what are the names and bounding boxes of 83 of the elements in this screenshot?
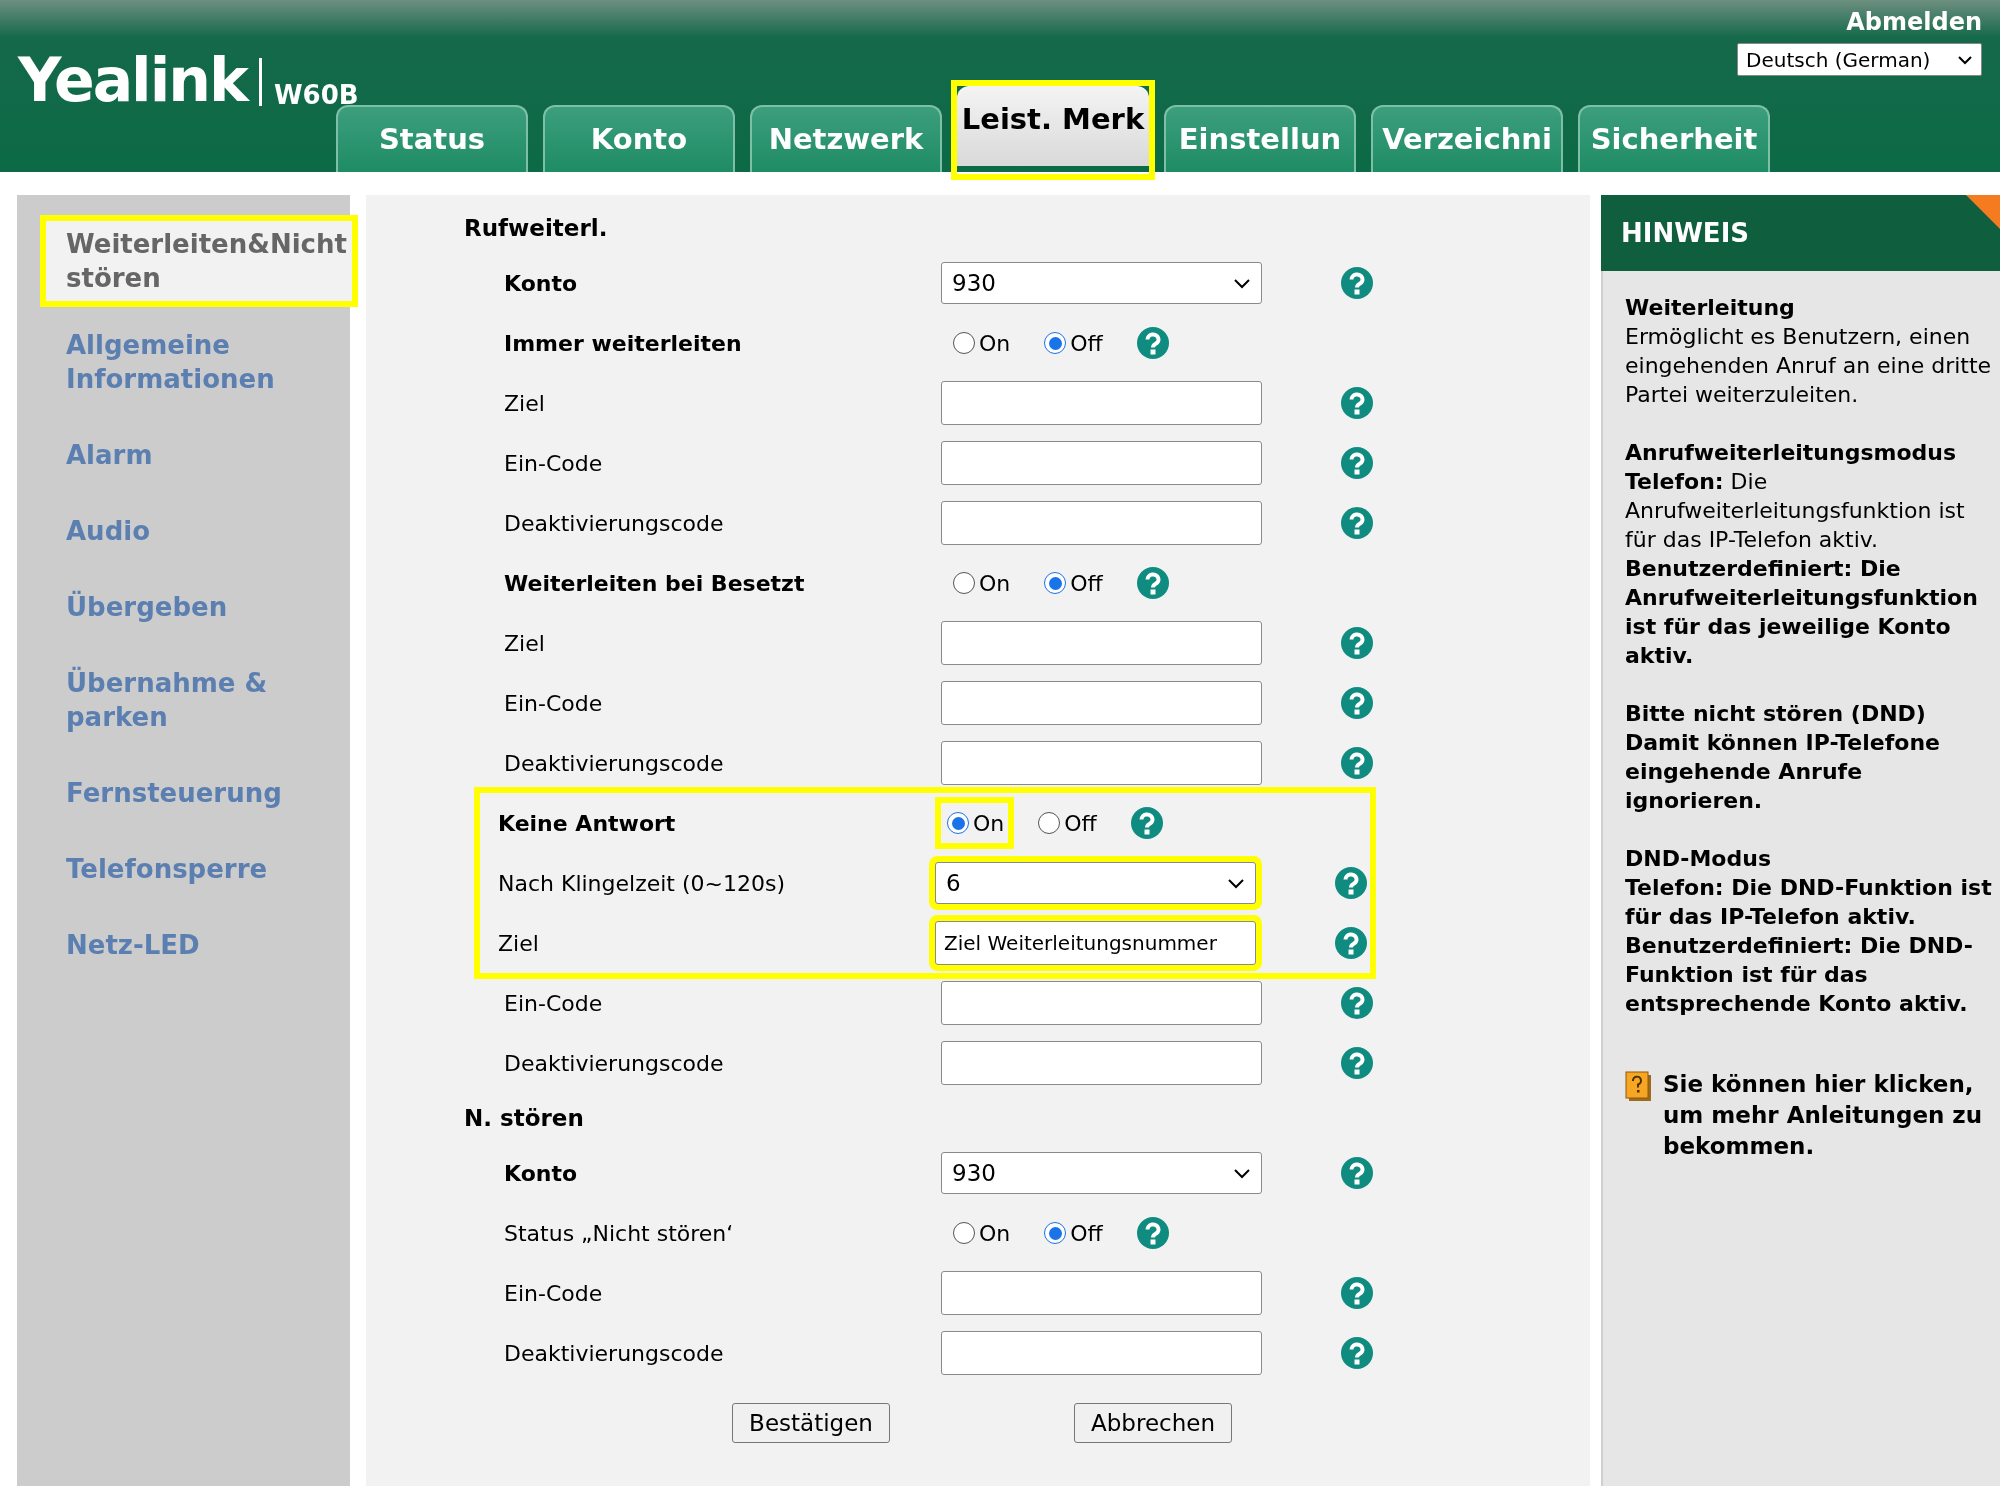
field-label: Deaktivierungscode	[504, 1339, 725, 1368]
field-label: Deaktivierungscode	[504, 509, 725, 538]
section-title: N. stören	[464, 1103, 585, 1133]
chevron-down-icon	[1233, 1166, 1251, 1180]
input-field[interactable]	[941, 741, 1262, 785]
input-field[interactable]	[941, 381, 1262, 425]
field-label: Deaktivierungscode	[504, 1049, 725, 1078]
dropdown[interactable]: 930	[941, 262, 1262, 304]
language-select[interactable]: Deutsch (German)	[1737, 43, 1982, 76]
field-label: Deaktivierungscode	[504, 749, 725, 778]
help-icon[interactable]	[1341, 1157, 1373, 1189]
input-field[interactable]	[941, 501, 1262, 545]
hint-title: HINWEIS	[1621, 216, 1750, 250]
input-field[interactable]	[941, 1271, 1262, 1315]
input-field[interactable]	[941, 1041, 1262, 1085]
hint-paragraph: Anrufweiterleitungsmodus Telefon: Die Anrufweiterleitungsfunktion ist für das IP-Telefon aktiv. Benutzerdefiniert: Die Anrufweiterleitungsfunktion ist für das jeweilige Konto aktiv.	[1625, 439, 1979, 670]
input-field[interactable]	[941, 621, 1262, 665]
input-field[interactable]	[941, 981, 1262, 1025]
radio-option[interactable]: On	[941, 317, 1021, 369]
field-label: Konto	[504, 269, 579, 298]
corner-fold-icon	[1966, 195, 2000, 229]
form-button[interactable]: Abbrechen	[1074, 1403, 1232, 1443]
chevron-down-icon	[1227, 876, 1245, 890]
section-title: Rufweiterl.	[464, 213, 609, 243]
input-field[interactable]	[941, 441, 1262, 485]
nav-tab[interactable]: Netzwerk	[750, 105, 942, 172]
help-icon[interactable]	[1341, 387, 1373, 419]
field-label: Ein-Code	[504, 449, 604, 478]
nav-tab[interactable]: Leist. Merk	[957, 86, 1149, 166]
help-icon[interactable]	[1341, 987, 1373, 1019]
help-icon[interactable]	[1341, 447, 1373, 479]
logout-link[interactable]: Abmelden	[1846, 4, 1982, 40]
help-icon[interactable]	[1341, 747, 1373, 779]
hint-paragraph: DND-Modus Telefon: Die DND-Funktion ist für das IP-Telefon aktiv. Benutzerdefiniert: Die DND-Funktion ist für das entsprechende Konto aktiv.	[1625, 845, 1992, 1018]
field-label: Ziel	[498, 929, 540, 958]
help-icon[interactable]	[1341, 507, 1373, 539]
input-field[interactable]	[941, 1331, 1262, 1375]
help-icon[interactable]	[1341, 267, 1373, 299]
nav-tab[interactable]: Sicherheit	[1578, 105, 1770, 172]
radio-option[interactable]: Off	[1032, 1207, 1113, 1259]
help-icon[interactable]	[1136, 1217, 1169, 1249]
help-icon[interactable]	[1341, 1277, 1373, 1309]
field-label: Ein-Code	[504, 689, 604, 718]
help-icon[interactable]	[1136, 327, 1169, 359]
radio-option[interactable]: On	[941, 1207, 1021, 1259]
field-label: Immer weiterleiten	[504, 329, 743, 358]
hint-paragraph: Weiterleitung Ermöglicht es Benutzern, einen eingehenden Anruf an eine dritte Partei weiterzuleiten.	[1625, 294, 1992, 409]
help-link[interactable]: Sie können hier klicken, um mehr Anleitungen zu bekommen.	[1663, 1069, 1992, 1162]
book-icon	[1625, 1071, 1653, 1102]
field-label: Ein-Code	[504, 989, 604, 1018]
help-icon[interactable]	[1341, 627, 1373, 659]
field-label: Ein-Code	[504, 1279, 604, 1308]
logo-brand: Yealink	[18, 50, 247, 110]
nav-tab[interactable]: Konto	[543, 105, 735, 172]
chevron-down-icon	[1233, 276, 1251, 290]
input-field[interactable]: Ziel Weiterleitungsnummer	[935, 921, 1256, 965]
help-icon[interactable]	[1136, 567, 1169, 599]
nav-tab[interactable]: Verzeichni	[1371, 105, 1563, 172]
input-field[interactable]	[941, 681, 1262, 725]
field-label: Status „Nicht stören‘	[504, 1219, 735, 1248]
radio-option[interactable]: Off	[1032, 557, 1113, 609]
sidebar-item[interactable]: Weiterleiten&Nicht stören	[46, 221, 352, 301]
help-icon[interactable]	[1341, 687, 1373, 719]
help-icon[interactable]	[1341, 1047, 1373, 1079]
radio-option[interactable]: On	[941, 557, 1021, 609]
help-icon[interactable]	[1130, 807, 1163, 839]
help-icon[interactable]	[1335, 867, 1367, 899]
radio-option[interactable]: Off	[1026, 797, 1107, 849]
help-icon[interactable]	[1335, 927, 1367, 959]
field-label: Keine Antwort	[498, 809, 677, 838]
radio-option[interactable]: On	[935, 797, 1015, 849]
nav-tab[interactable]: Einstellun	[1164, 105, 1356, 172]
nav-tab[interactable]: Status	[336, 105, 528, 172]
hint-paragraph: Bitte nicht stören (DND) Damit können IP-Telefone eingehende Anrufe ignorieren.	[1625, 700, 1942, 815]
help-icon[interactable]	[1341, 1337, 1373, 1369]
field-label: Nach Klingelzeit (0~120s)	[498, 869, 787, 898]
form-button[interactable]: Bestätigen	[732, 1403, 890, 1443]
field-label: Konto	[504, 1159, 579, 1188]
field-label: Weiterleiten bei Besetzt	[504, 569, 806, 598]
field-label: Ziel	[504, 629, 546, 658]
field-label: Ziel	[504, 389, 546, 418]
radio-option[interactable]: Off	[1032, 317, 1113, 369]
dropdown[interactable]: 930	[941, 1152, 1262, 1194]
